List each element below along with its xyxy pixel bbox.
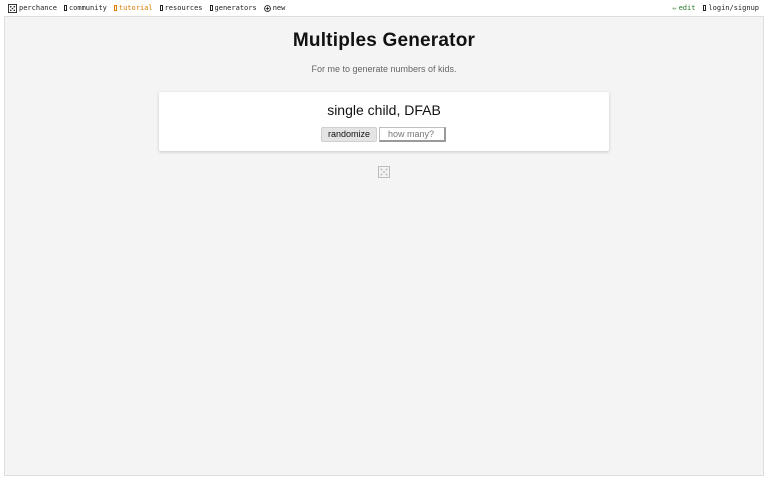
- plus-circle-icon: [263, 4, 271, 12]
- box-icon: [209, 5, 213, 11]
- generator-controls: randomize: [321, 127, 447, 142]
- nav-login-label: login/signup: [708, 4, 759, 12]
- nav-new[interactable]: new: [263, 3, 286, 13]
- box-icon: [703, 5, 707, 11]
- generator-output: single child, DFAB: [327, 102, 441, 118]
- pencil-icon: ✏: [672, 4, 677, 12]
- nav-perchance-label: perchance: [19, 4, 57, 12]
- dice-icon[interactable]: [378, 166, 390, 178]
- box-icon: [113, 5, 117, 11]
- nav-generators[interactable]: generators: [209, 3, 257, 13]
- randomize-button[interactable]: randomize: [321, 127, 378, 142]
- nav-perchance[interactable]: perchance: [8, 3, 57, 13]
- nav-edit[interactable]: ✏ edit: [672, 3, 695, 13]
- box-icon: [63, 5, 67, 11]
- nav-edit-label: edit: [678, 4, 696, 12]
- count-input[interactable]: [379, 127, 447, 142]
- nav-resources[interactable]: resources: [159, 3, 203, 13]
- nav-login[interactable]: login/signup: [703, 3, 759, 13]
- nav-resources-label: resources: [164, 4, 203, 12]
- page-subtitle: For me to generate numbers of kids.: [311, 64, 457, 74]
- nav-community-label: community: [68, 4, 107, 12]
- top-nav-bar: perchance community tutorial resources g…: [0, 0, 768, 16]
- dice-icon: [8, 3, 17, 13]
- generator-frame: [4, 16, 764, 476]
- nav-left: perchance community tutorial resources g…: [8, 3, 285, 13]
- nav-tutorial-label: tutorial: [118, 4, 153, 12]
- nav-right: ✏ edit login/signup: [672, 3, 759, 13]
- box-icon: [159, 5, 163, 11]
- page-title: Multiples Generator: [292, 30, 476, 51]
- nav-generators-label: generators: [214, 4, 257, 12]
- nav-tutorial[interactable]: tutorial: [113, 3, 153, 13]
- output-card: single child, DFAB randomize: [159, 92, 609, 151]
- nav-new-label: new: [272, 4, 286, 12]
- nav-community[interactable]: community: [63, 3, 107, 13]
